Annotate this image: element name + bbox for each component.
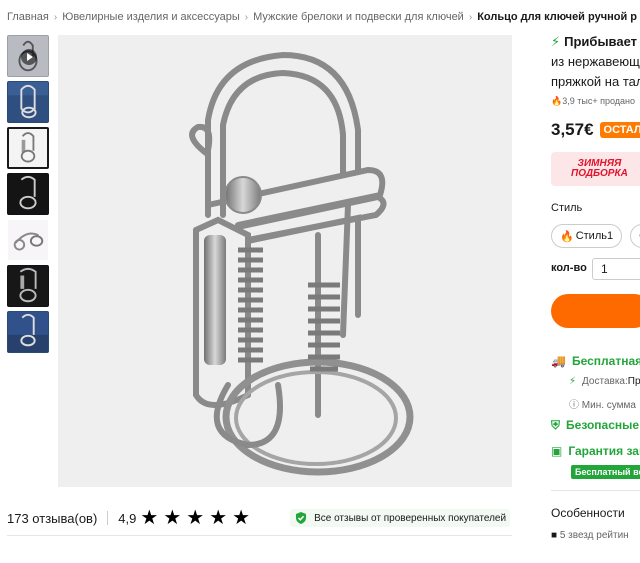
truck-icon: 🚚 — [551, 354, 566, 368]
style-option-1[interactable]: 🔥 Стиль1 — [551, 224, 623, 248]
star-badge-icon: ■ — [551, 530, 560, 541]
sold-text: 3,9 тыс+ продано — [562, 96, 635, 106]
thumbnail-image[interactable] — [7, 265, 49, 307]
star-icon: ★ — [232, 507, 251, 529]
warranty-badge-row: Бесплатный воз — [571, 464, 640, 479]
lightning-icon: ⚡ — [551, 34, 561, 49]
star-icon: ★ — [140, 507, 159, 529]
star-icon: ★ — [209, 507, 228, 529]
thumbnail-image[interactable] — [7, 219, 49, 261]
promo-banner[interactable]: ЗИМНЯЯ ПОДБОРКА ✓ — [551, 152, 640, 186]
delivery-label: Доставка: — [582, 376, 628, 387]
sold-count: 🔥3,9 тыс+ продано — [551, 96, 635, 107]
free-delivery-row: 🚚 Бесплатная д — [551, 354, 640, 368]
free-delivery-title: Бесплатная д — [571, 354, 640, 368]
quantity-input[interactable]: 1 — [592, 258, 640, 280]
thumbnail-image[interactable] — [7, 311, 49, 353]
safe-payment-row: ⛨ Безопасные — [551, 418, 639, 433]
rating-stars: ★ ★ ★ ★ ★ — [140, 508, 250, 528]
divider — [551, 490, 640, 491]
style-option-label: Стиль1 — [575, 230, 614, 242]
divider — [107, 511, 109, 525]
divider — [7, 535, 512, 536]
verified-reviews-text: Все отзывы от проверенных покупателей — [314, 512, 507, 524]
breadcrumb: Главная › Ювелирные изделия и аксессуары › М… — [7, 11, 637, 27]
style-option-2[interactable]: С — [630, 224, 640, 248]
fire-icon: 🔥 — [560, 230, 574, 243]
safe-payment-title: Безопасные — [566, 418, 640, 432]
min-sum-line: ⓘ Мин. сумма — [569, 396, 636, 411]
buy-button[interactable] — [551, 294, 640, 328]
breadcrumb-item-jewelry[interactable]: Ювелирные изделия и аксессуары — [62, 11, 240, 23]
price: 3,57€ — [551, 120, 594, 139]
delivery-line: ⚡ Доставка:Пр — [569, 376, 640, 387]
features-item: ■ 5 звезд рейтин — [551, 530, 629, 541]
warranty-row: ▣ Гарантия зак — [551, 444, 640, 458]
keychain-image — [58, 35, 512, 487]
fire-icon: 🔥 — [551, 96, 563, 106]
play-icon — [21, 49, 37, 65]
verified-reviews-badge: Все отзывы от проверенных покупателей — [290, 509, 511, 527]
stock-badge: ОСТАЛО — [599, 122, 640, 138]
breadcrumb-item-home[interactable]: Главная — [7, 11, 49, 23]
arrives-text: Прибывает в — [564, 34, 640, 49]
thumbnail-image[interactable] — [7, 81, 49, 123]
product-title-line-3: пряжкой на тали — [551, 74, 640, 89]
quantity-label: кол-во — [551, 262, 587, 274]
features-title: Особенности — [551, 506, 625, 520]
style-label: Стиль — [551, 202, 583, 214]
promo-title: ЗИМНЯЯ ПОДБОРКА — [571, 159, 628, 179]
thumbnail-image-selected[interactable] — [7, 127, 49, 169]
features-item-text: 5 звезд рейтин — [559, 530, 629, 541]
star-icon: ★ — [163, 507, 182, 529]
info-icon: ⓘ — [569, 400, 582, 411]
product-info-panel: ⚡Прибывает в из нержавеющей пряжкой на т… — [551, 32, 640, 563]
star-icon: ★ — [186, 507, 205, 529]
breadcrumb-item-current: Кольцо для ключей ручной р... — [477, 11, 637, 24]
product-title-line-2: из нержавеющей — [551, 54, 640, 69]
min-sum-text: Мин. сумма — [581, 400, 636, 411]
reviews-count[interactable]: 173 отзыва(ов) — [7, 511, 97, 526]
thumbnail-video[interactable] — [7, 35, 49, 77]
free-return-badge: Бесплатный воз — [571, 465, 640, 479]
breadcrumb-item-keychains[interactable]: Мужские брелоки и подвески для ключей — [253, 11, 464, 23]
main-product-image[interactable] — [58, 35, 512, 487]
price-row: 3,57€ ОСТАЛО — [551, 120, 640, 140]
shield-check-icon — [296, 512, 307, 524]
chevron-right-icon: › — [468, 11, 473, 23]
warranty-title: Гарантия зак — [568, 444, 640, 458]
product-title-line: ⚡Прибывает в — [551, 34, 640, 50]
chevron-right-icon: › — [244, 11, 249, 23]
shield-check-icon: ⛨ — [551, 418, 561, 432]
promo-line-2: ПОДБОРКА — [571, 168, 628, 179]
delivery-value: Пр — [627, 376, 640, 387]
thumbnail-image[interactable] — [7, 173, 49, 215]
rating-value: 4,9 — [118, 510, 137, 526]
lightning-icon: ⚡ — [569, 376, 577, 387]
chevron-right-icon: › — [53, 11, 58, 23]
thumbnail-strip — [7, 35, 49, 357]
document-icon: ▣ — [551, 444, 563, 458]
style-options: 🔥Стиль1 С — [551, 224, 640, 248]
reviews-summary: 173 отзыва(ов) 4,9 ★ ★ ★ ★ ★ Все отзывы … — [7, 508, 512, 528]
